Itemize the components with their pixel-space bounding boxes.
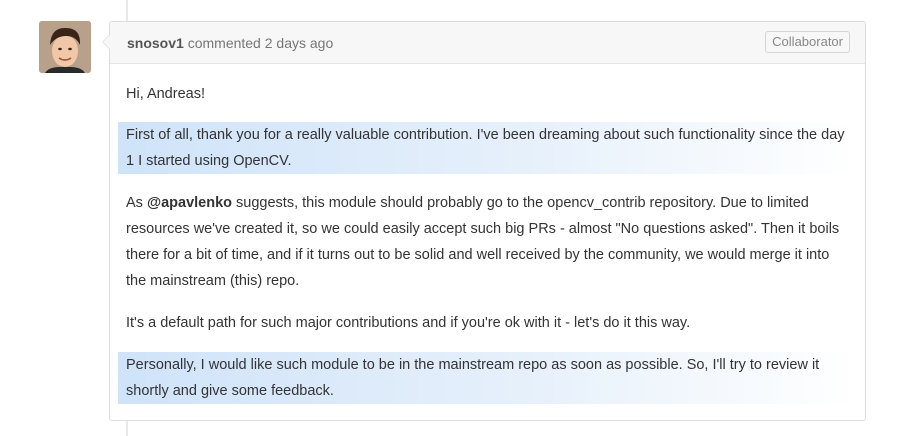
paragraph-2: As @apavlenko suggests, this module shou… bbox=[118, 190, 857, 294]
timestamp-link[interactable]: 2 days ago bbox=[265, 35, 334, 51]
author-link[interactable]: snosov1 bbox=[127, 35, 184, 51]
comment-arrow-inner bbox=[103, 35, 110, 49]
avatar[interactable] bbox=[39, 21, 91, 73]
greeting-paragraph: Hi, Andreas! bbox=[126, 86, 205, 102]
comment-box: snosov1 commented 2 days ago Collaborato… bbox=[102, 21, 866, 421]
comment-body: Hi, Andreas! First of all, thank you for… bbox=[110, 64, 865, 404]
collaborator-badge: Collaborator bbox=[765, 31, 850, 53]
user-mention-link[interactable]: @apavlenko bbox=[147, 195, 232, 211]
comment-action: commented bbox=[187, 35, 261, 51]
paragraph-3: It's a default path for such major contr… bbox=[126, 315, 691, 331]
paragraph-2-text: suggests, this module should probably go… bbox=[126, 195, 840, 289]
comment-header: snosov1 commented 2 days ago Collaborato… bbox=[110, 22, 865, 64]
paragraph-1: First of all, thank you for a really val… bbox=[118, 122, 857, 174]
paragraph-2-prefix: As bbox=[126, 195, 147, 211]
comment-meta: snosov1 commented 2 days ago bbox=[127, 35, 333, 51]
user-avatar-icon bbox=[39, 21, 91, 73]
paragraph-4: Personally, I would like such module to … bbox=[118, 352, 857, 404]
